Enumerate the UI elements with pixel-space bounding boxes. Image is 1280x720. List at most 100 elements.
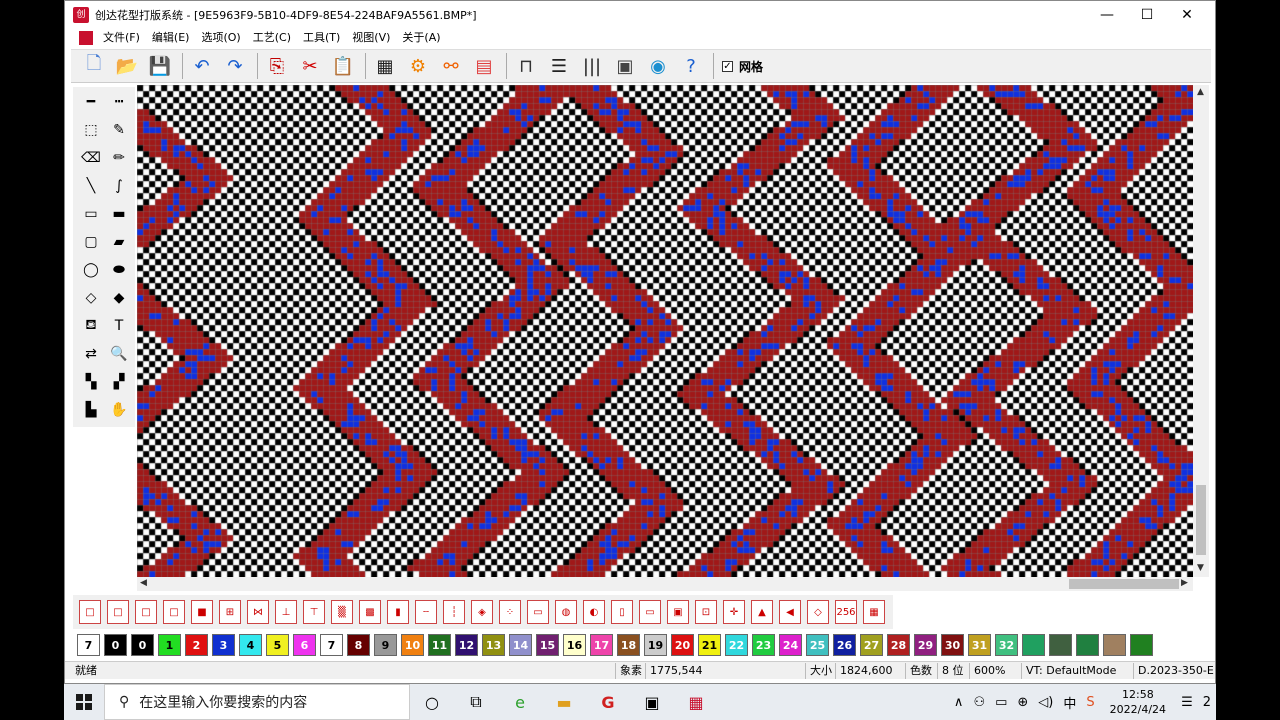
palette-swatch[interactable]: 27: [860, 634, 883, 656]
edit-tool-1-icon[interactable]: □: [107, 600, 129, 624]
edit-tool-8-icon[interactable]: ⊤: [303, 600, 325, 624]
ellipse-outline-icon[interactable]: ◯: [79, 259, 103, 281]
menu-item-6[interactable]: 关于(A): [396, 29, 446, 47]
palette-swatch[interactable]: 20: [671, 634, 694, 656]
menu-item-5[interactable]: 视图(V): [346, 29, 396, 47]
palette-swatch[interactable]: 13: [482, 634, 505, 656]
rect-outline-icon[interactable]: ▭: [79, 203, 103, 225]
edit-tool-12-icon[interactable]: ┄: [415, 600, 437, 624]
palette-swatch[interactable]: [1076, 634, 1099, 656]
edit-tool-4-icon[interactable]: ■: [191, 600, 213, 624]
cut-icon[interactable]: ✂: [295, 52, 325, 80]
open-folder-icon[interactable]: 📂: [112, 52, 142, 80]
pattern-grid-icon[interactable]: ▦: [370, 52, 400, 80]
select-rect-icon[interactable]: ⬚: [79, 119, 103, 141]
grid-checkbox-box[interactable]: ✓: [722, 60, 733, 72]
scroll-up-icon[interactable]: ▲: [1197, 87, 1204, 97]
ellipse-filled-icon[interactable]: ⬬: [107, 259, 131, 281]
eyedropper-icon[interactable]: ✎: [107, 119, 131, 141]
pencil-icon[interactable]: ✏: [107, 147, 131, 169]
pattern-canvas[interactable]: [137, 85, 1193, 577]
menu-item-4[interactable]: 工具(T): [297, 29, 346, 47]
grid-checkbox[interactable]: ✓ 网格: [722, 58, 763, 75]
color-bars-icon[interactable]: ▤: [469, 52, 499, 80]
people-icon[interactable]: ⚇: [968, 695, 990, 710]
edit-tool-15-icon[interactable]: ⁘: [499, 600, 521, 624]
edit-tool-16-icon[interactable]: ▭: [527, 600, 549, 624]
task-view-icon[interactable]: ⧉: [454, 684, 498, 720]
file-explorer-icon[interactable]: ▬: [542, 684, 586, 720]
barcode-icon[interactable]: |||: [577, 52, 607, 80]
palette-swatch[interactable]: 8: [347, 634, 370, 656]
edit-tool-5-icon[interactable]: ⊞: [219, 600, 241, 624]
palette-swatch[interactable]: 9: [374, 634, 397, 656]
pattern-app-icon[interactable]: ▦: [674, 684, 718, 720]
title-bar[interactable]: 创 创达花型打版系统 - [9E5963F9-5B10-4DF9-8E54-22…: [65, 1, 1215, 29]
rect-filled-icon[interactable]: ▬: [107, 203, 131, 225]
scroll-right-icon[interactable]: ▶: [1181, 578, 1188, 588]
edit-tool-24-icon[interactable]: ▲: [751, 600, 773, 624]
palette-swatch[interactable]: 31: [968, 634, 991, 656]
edit-tool-10-icon[interactable]: ▩: [359, 600, 381, 624]
fill-bucket-icon[interactable]: ⛾: [79, 315, 103, 337]
machine-icon[interactable]: ⊓: [511, 52, 541, 80]
clock[interactable]: 12:58 2022/4/24: [1100, 687, 1176, 717]
palette-swatch[interactable]: 5: [266, 634, 289, 656]
zoom-icon[interactable]: 🔍: [107, 343, 131, 365]
palette-swatch[interactable]: 16: [563, 634, 586, 656]
round-rect-outline-icon[interactable]: ▢: [79, 231, 103, 253]
edit-tool-11-icon[interactable]: ▮: [387, 600, 409, 624]
curve-icon[interactable]: ∫: [107, 175, 131, 197]
menu-item-3[interactable]: 工艺(C): [247, 29, 297, 47]
palette-swatch[interactable]: 7: [320, 634, 343, 656]
pattern-c-icon[interactable]: ▙: [79, 399, 103, 421]
palette-swatch[interactable]: [1103, 634, 1126, 656]
eraser-icon[interactable]: ⌫: [79, 147, 103, 169]
edge-browser-icon[interactable]: e: [498, 684, 542, 720]
close-button[interactable]: ✕: [1167, 1, 1207, 29]
palette-swatch[interactable]: 6: [293, 634, 316, 656]
maximize-button[interactable]: ☐: [1127, 1, 1167, 29]
palette-swatch[interactable]: [1049, 634, 1072, 656]
volume-icon[interactable]: ◁): [1033, 695, 1058, 710]
edit-tool-22-icon[interactable]: ⊡: [695, 600, 717, 624]
pattern-bitmap[interactable]: [137, 85, 1193, 577]
menu-item-0[interactable]: 文件(F): [97, 29, 146, 47]
edit-tool-3-icon[interactable]: □: [163, 600, 185, 624]
palette-swatch[interactable]: 1: [158, 634, 181, 656]
diamond-filled-icon[interactable]: ◆: [107, 287, 131, 309]
battery-icon[interactable]: ▭: [990, 695, 1012, 710]
edit-tool-25-icon[interactable]: ◀: [779, 600, 801, 624]
palette-swatch[interactable]: 19: [644, 634, 667, 656]
document-grid-icon[interactable]: ▣: [610, 52, 640, 80]
sogou-ime-icon[interactable]: S: [1081, 695, 1099, 710]
edit-tool-13-icon[interactable]: ┆: [443, 600, 465, 624]
palette-swatch[interactable]: 28: [887, 634, 910, 656]
edit-tool-23-icon[interactable]: ✛: [723, 600, 745, 624]
palette-swatch[interactable]: 0: [131, 634, 154, 656]
palette-swatch[interactable]: 3: [212, 634, 235, 656]
horizontal-scrollbar[interactable]: ◀ ▶: [137, 577, 1193, 591]
edit-tool-17-icon[interactable]: ◍: [555, 600, 577, 624]
scroll-down-icon[interactable]: ▼: [1197, 563, 1204, 573]
vertical-scroll-thumb[interactable]: [1196, 485, 1206, 555]
palette-swatch[interactable]: 22: [725, 634, 748, 656]
diamond-outline-icon[interactable]: ◇: [79, 287, 103, 309]
palette-swatch[interactable]: [1022, 634, 1045, 656]
paste-icon[interactable]: 📋: [328, 52, 358, 80]
network-icon[interactable]: ⊕: [1012, 695, 1033, 710]
undo-icon[interactable]: ↶: [187, 52, 217, 80]
palette-swatch[interactable]: 7: [77, 634, 100, 656]
edit-tool-6-icon[interactable]: ⋈: [247, 600, 269, 624]
redo-icon[interactable]: ↷: [220, 52, 250, 80]
edit-tool-20-icon[interactable]: ▭: [639, 600, 661, 624]
palette-swatch[interactable]: 2: [185, 634, 208, 656]
edit-tool-26-icon[interactable]: ◇: [807, 600, 829, 624]
round-rect-filled-icon[interactable]: ▰: [107, 231, 131, 253]
palette-swatch[interactable]: 17: [590, 634, 613, 656]
palette-swatch[interactable]: 12: [455, 634, 478, 656]
palette-swatch[interactable]: 4: [239, 634, 262, 656]
palette-swatch[interactable]: 23: [752, 634, 775, 656]
doc-icon[interactable]: [79, 31, 93, 45]
palette-swatch[interactable]: 24: [779, 634, 802, 656]
